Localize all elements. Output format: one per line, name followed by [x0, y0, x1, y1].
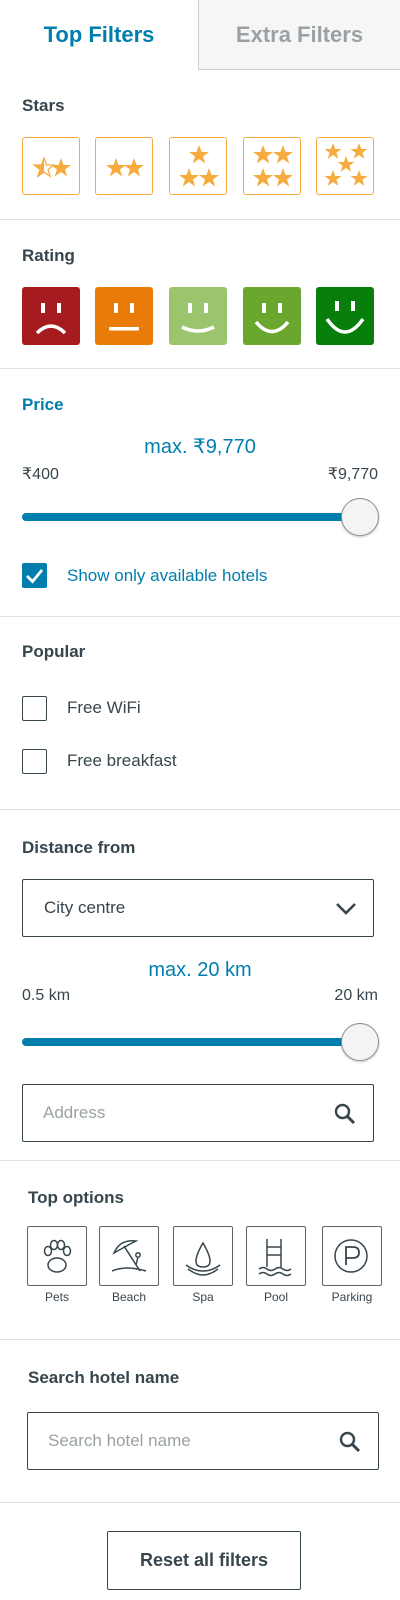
- paw-icon: [43, 1239, 72, 1273]
- one-star-icon: [32, 156, 71, 179]
- beach-umbrella-icon: [111, 1240, 147, 1272]
- pool-option-button[interactable]: [246, 1226, 306, 1286]
- distance-max-label: max. 20 km: [148, 959, 252, 981]
- price-max-label: max. ₹9,770: [144, 436, 256, 458]
- distance-max-value: 20 km: [334, 987, 378, 1004]
- rating-good-button[interactable]: [243, 287, 301, 345]
- four-stars-icon: [253, 145, 293, 187]
- price-label: Price: [22, 395, 64, 414]
- pets-option-button[interactable]: [27, 1226, 87, 1286]
- available-hotels-label[interactable]: Show only available hotels: [67, 566, 267, 586]
- rating-fair-button[interactable]: [169, 287, 227, 345]
- popular-label: Popular: [22, 642, 86, 661]
- one-star-button[interactable]: [22, 137, 80, 195]
- tab-extra-filters[interactable]: Extra Filters: [198, 0, 400, 70]
- divider: [0, 219, 400, 220]
- spa-icon: [185, 1241, 221, 1276]
- address-input[interactable]: [43, 1101, 313, 1125]
- address-field[interactable]: [22, 1084, 374, 1142]
- price-min-value: ₹400: [22, 466, 59, 483]
- checkmark-icon: [26, 569, 44, 584]
- smile-face-icon: [254, 303, 290, 334]
- pets-option-label: Pets: [44, 1290, 69, 1304]
- spa-option-button[interactable]: [173, 1226, 233, 1286]
- two-stars-button[interactable]: [95, 137, 153, 195]
- five-stars-button[interactable]: [316, 137, 374, 195]
- spa-option-label: Spa: [192, 1290, 214, 1304]
- search-icon[interactable]: [333, 1102, 357, 1126]
- distance-selected-value: City centre: [44, 898, 126, 917]
- top-options-label: Top options: [28, 1188, 124, 1207]
- big-smile-face-icon: [325, 301, 365, 334]
- distance-label: Distance from: [22, 838, 136, 857]
- search-icon[interactable]: [338, 1430, 362, 1454]
- very-sad-face-icon: [35, 303, 67, 335]
- hotel-name-field[interactable]: [27, 1412, 379, 1470]
- rating-very-bad-button[interactable]: [22, 287, 80, 345]
- beach-option-label: Beach: [111, 1290, 147, 1304]
- three-stars-icon: [179, 145, 219, 187]
- price-max-value: ₹9,770: [327, 466, 378, 483]
- free-breakfast-checkbox[interactable]: [22, 749, 47, 774]
- divider: [0, 1502, 400, 1503]
- hotel-name-input[interactable]: [48, 1429, 318, 1453]
- reset-all-filters-button[interactable]: Reset all filters: [107, 1531, 301, 1590]
- divider: [0, 1339, 400, 1340]
- free-breakfast-label[interactable]: Free breakfast: [67, 751, 177, 771]
- chevron-down-icon: [336, 903, 356, 915]
- five-stars-icon: [324, 143, 368, 186]
- free-wifi-label[interactable]: Free WiFi: [67, 698, 141, 718]
- distance-min-value: 0.5 km: [22, 987, 71, 1004]
- search-hotel-label: Search hotel name: [28, 1368, 180, 1387]
- price-slider-handle[interactable]: [341, 498, 379, 536]
- distance-slider-track[interactable]: [22, 1038, 358, 1046]
- parking-icon: [334, 1239, 368, 1273]
- divider: [0, 616, 400, 617]
- free-wifi-checkbox[interactable]: [22, 696, 47, 721]
- distance-from-select[interactable]: City centre: [22, 879, 374, 937]
- two-stars-icon: [106, 158, 144, 177]
- slight-smile-face-icon: [181, 303, 215, 333]
- parking-option-label: Parking: [331, 1290, 373, 1304]
- pool-ladder-icon: [258, 1239, 292, 1277]
- rating-label: Rating: [22, 246, 75, 265]
- distance-slider-handle[interactable]: [341, 1023, 379, 1061]
- divider: [0, 368, 400, 369]
- beach-option-button[interactable]: [99, 1226, 159, 1286]
- divider: [0, 809, 400, 810]
- available-hotels-checkbox[interactable]: [22, 563, 47, 588]
- filter-tabs: Top Filters Extra Filters: [0, 0, 400, 70]
- neutral-face-icon: [109, 303, 139, 331]
- parking-option-button[interactable]: [322, 1226, 382, 1286]
- tab-top-filters[interactable]: Top Filters: [0, 0, 198, 70]
- price-slider-track[interactable]: [22, 513, 358, 521]
- pool-option-label: Pool: [263, 1290, 289, 1304]
- three-stars-button[interactable]: [169, 137, 227, 195]
- rating-excellent-button[interactable]: [316, 287, 374, 345]
- rating-poor-button[interactable]: [95, 287, 153, 345]
- stars-label: Stars: [22, 96, 65, 115]
- divider: [0, 1160, 400, 1161]
- four-stars-button[interactable]: [243, 137, 301, 195]
